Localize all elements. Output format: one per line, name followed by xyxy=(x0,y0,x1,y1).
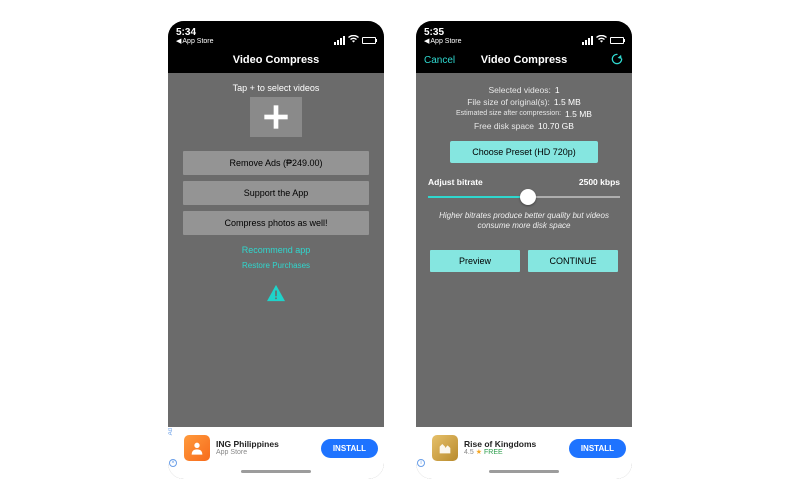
choose-preset-button[interactable]: Choose Preset (HD 720p) xyxy=(450,141,598,163)
free-space-value: 10.70 GB xyxy=(538,121,574,131)
ad-badge-icon: Ad xyxy=(168,427,174,436)
ad-install-button[interactable]: INSTALL xyxy=(321,439,378,458)
plus-icon xyxy=(262,103,290,131)
ad-title: Rise of Kingdoms xyxy=(464,439,563,449)
ad-rating: 4.5 ★ FREE xyxy=(464,449,563,457)
status-bar: 5:34 ◀ App Store xyxy=(168,21,384,47)
ad-app-icon xyxy=(432,435,458,461)
page-title: Video Compress xyxy=(233,54,320,66)
bitrate-label: Adjust bitrate xyxy=(428,177,483,187)
support-app-button[interactable]: Support the App xyxy=(183,181,369,205)
ad-install-button[interactable]: INSTALL xyxy=(569,439,626,458)
ad-close-icon[interactable]: i xyxy=(417,459,425,467)
restore-purchases-link[interactable]: Restore Purchases xyxy=(242,261,310,270)
status-back-appstore[interactable]: ◀ App Store xyxy=(176,38,214,45)
phone-screen-2: 5:35 ◀ App Store Cancel Video Compress S… xyxy=(416,21,632,479)
compression-info: Selected videos:1 File size of original(… xyxy=(456,85,592,131)
recommend-app-link[interactable]: Recommend app xyxy=(242,245,311,255)
warning-icon[interactable] xyxy=(266,284,286,304)
ad-app-icon xyxy=(184,435,210,461)
ad-banner[interactable]: Ad × ING Philippines App Store INSTALL xyxy=(168,427,384,469)
ad-banner[interactable]: i Rise of Kingdoms 4.5 ★ FREE INSTALL xyxy=(416,427,632,469)
battery-icon xyxy=(610,37,624,44)
star-icon: ★ xyxy=(476,449,482,457)
ad-title: ING Philippines xyxy=(216,439,315,449)
bitrate-value: 2500 kbps xyxy=(579,177,620,187)
status-time: 5:35 xyxy=(424,28,462,38)
continue-button[interactable]: CONTINUE xyxy=(528,250,618,272)
compress-photos-button[interactable]: Compress photos as well! xyxy=(183,211,369,235)
refresh-icon xyxy=(610,52,624,66)
original-size-value: 1.5 MB xyxy=(554,97,581,107)
selected-videos-value: 1 xyxy=(555,85,560,95)
ad-subtitle: App Store xyxy=(216,449,315,457)
refresh-button[interactable] xyxy=(610,52,624,69)
tap-to-select-label: Tap + to select videos xyxy=(233,83,320,93)
bitrate-slider[interactable] xyxy=(428,189,620,205)
signal-icon xyxy=(334,36,345,45)
status-bar: 5:35 ◀ App Store xyxy=(416,21,632,47)
add-videos-button[interactable] xyxy=(250,97,302,137)
battery-icon xyxy=(362,37,376,44)
bitrate-hint: Higher bitrates produce better quality b… xyxy=(429,211,619,232)
home-indicator[interactable] xyxy=(168,469,384,479)
slider-thumb[interactable] xyxy=(520,189,536,205)
status-time: 5:34 xyxy=(176,28,214,38)
home-indicator[interactable] xyxy=(416,469,632,479)
nav-bar: Cancel Video Compress xyxy=(416,47,632,73)
preview-button[interactable]: Preview xyxy=(430,250,520,272)
wifi-icon xyxy=(596,35,607,45)
status-back-appstore[interactable]: ◀ App Store xyxy=(424,38,462,45)
page-title: Video Compress xyxy=(481,54,568,66)
ad-close-icon[interactable]: × xyxy=(169,459,177,467)
cancel-button[interactable]: Cancel xyxy=(424,55,455,66)
signal-icon xyxy=(582,36,593,45)
estimated-size-value: 1.5 MB xyxy=(565,109,592,119)
wifi-icon xyxy=(348,35,359,45)
nav-bar: Video Compress xyxy=(168,47,384,73)
remove-ads-button[interactable]: Remove Ads (₱249.00) xyxy=(183,151,369,175)
phone-screen-1: 5:34 ◀ App Store Video Compress Tap + to… xyxy=(168,21,384,479)
